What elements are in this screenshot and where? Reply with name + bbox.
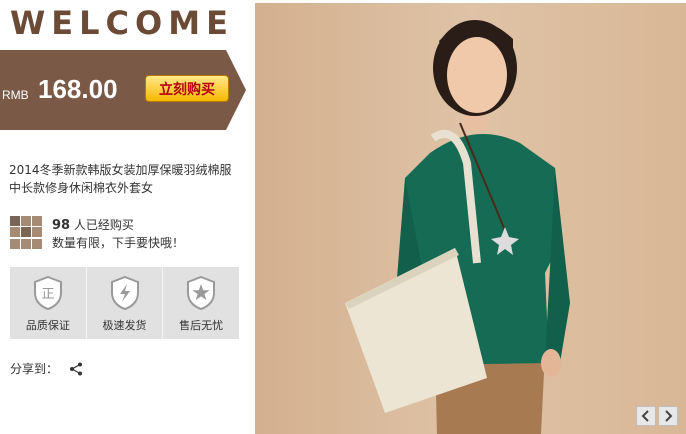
- guarantee-label: 售后无忧: [179, 319, 224, 332]
- share-label: 分享到：: [10, 362, 59, 376]
- prev-image-button[interactable]: [636, 406, 656, 426]
- sold-count-text: 98 人已经购买: [52, 216, 134, 233]
- buy-now-button[interactable]: 立刻购买: [145, 75, 229, 102]
- guarantee-quality: 正 品质保证: [10, 267, 87, 339]
- sold-count-suffix: 人已经购买: [73, 218, 134, 232]
- sold-count-number: 98: [52, 218, 71, 233]
- sold-count-section: 98 人已经购买 数量有限，下手要快哦！: [10, 216, 250, 252]
- shield-authentic-icon: 正: [33, 275, 62, 311]
- product-title-line1: 2014冬季新款韩版女装加厚保暖羽绒棉服: [9, 163, 232, 177]
- service-guarantees: 正 品质保证 极速发货 售后无忧: [10, 267, 239, 339]
- guarantee-after-sales: 售后无忧: [163, 267, 239, 339]
- share-row: 分享到：: [10, 360, 84, 377]
- share-icon[interactable]: [68, 361, 84, 377]
- guarantee-fast-shipping: 极速发货: [87, 267, 164, 339]
- price-banner: RMB 168.00 立刻购买: [0, 50, 246, 130]
- limited-stock-note: 数量有限，下手要快哦！: [52, 236, 185, 250]
- product-title-line2: 中长款修身休闲棉衣外套女: [9, 181, 154, 195]
- product-photo: [255, 3, 686, 434]
- chevron-left-icon: [641, 410, 649, 422]
- product-info-panel: WELCOME RMB 168.00 立刻购买 2014冬季新款韩版女装加厚保暖…: [0, 0, 250, 434]
- price-value: 168.00: [38, 74, 118, 104]
- shield-glyph: 正: [41, 287, 54, 302]
- chevron-right-icon: [665, 410, 673, 422]
- guarantee-label: 极速发货: [102, 319, 147, 332]
- model-photo-illustration: [255, 3, 686, 434]
- currency-label: RMB: [2, 88, 29, 102]
- next-image-button[interactable]: [658, 406, 678, 426]
- shield-star-icon: [187, 275, 216, 311]
- guarantee-label: 品质保证: [25, 319, 70, 332]
- product-title: 2014冬季新款韩版女装加厚保暖羽绒棉服 中长款修身休闲棉衣外套女: [9, 161, 245, 197]
- grid-icon: [10, 216, 43, 249]
- shield-lightning-icon: [110, 275, 139, 311]
- welcome-heading: WELCOME: [10, 4, 234, 42]
